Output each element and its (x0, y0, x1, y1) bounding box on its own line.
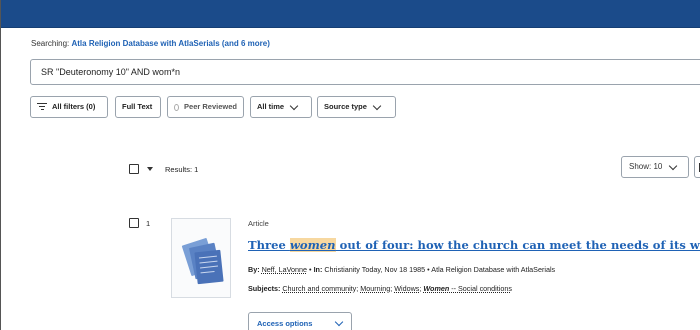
database-text: Atla Religion Database with AtlaSerials (431, 265, 556, 274)
searching-label: Searching: (31, 39, 70, 48)
radio-circle-icon (174, 103, 180, 111)
sort-button[interactable] (694, 156, 700, 178)
time-filter-label: All time (257, 102, 285, 111)
subject-link[interactable]: Women -- Social conditions (423, 284, 512, 293)
search-input[interactable]: SR "Deuteronomy 10" AND wom*n (30, 59, 700, 85)
all-filters-label: All filters (0) (52, 102, 96, 111)
page-size-label: Show: 10 (629, 162, 663, 171)
title-part: out of four: how the church can meet the… (335, 238, 700, 252)
record-type: Article (248, 219, 269, 228)
results-toolbar: Results: 1 (129, 162, 198, 176)
peer-reviewed-toggle[interactable]: Peer Reviewed (167, 96, 244, 118)
full-text-toggle[interactable]: Full Text (115, 96, 161, 118)
record-title-link[interactable]: Three women out of four: how the church … (248, 238, 700, 252)
subjects-label: Subjects: (248, 284, 281, 293)
record-meta: By: Neff, LaVonne • In: Christianity Tod… (248, 265, 555, 274)
separator-dot: • (427, 265, 430, 274)
searching-line: Searching: Atla Religion Database with A… (31, 39, 270, 48)
chevron-down-icon (372, 101, 382, 110)
select-all-checkbox[interactable] (129, 164, 139, 174)
all-filters-button[interactable]: All filters (0) (30, 96, 108, 118)
top-header-bar (1, 0, 700, 28)
record-subjects: Subjects: Church and community; Mourning… (248, 284, 512, 293)
chevron-down-icon (335, 317, 344, 326)
chevron-down-icon (669, 161, 678, 170)
document-icon (181, 238, 224, 285)
source-type-dropdown[interactable]: Source type (317, 96, 396, 118)
subject-rest: -- Social conditions (449, 284, 512, 293)
title-part: Three (248, 238, 290, 252)
app-frame: Searching: Atla Religion Database with A… (0, 0, 700, 330)
select-menu-caret-icon[interactable] (147, 167, 153, 171)
by-label: By: (248, 265, 260, 274)
access-options-dropdown[interactable]: Access options (248, 312, 352, 330)
peer-reviewed-label: Peer Reviewed (184, 102, 237, 111)
results-count: Results: 1 (165, 164, 199, 174)
time-filter-dropdown[interactable]: All time (250, 96, 312, 118)
record-select: 1 (129, 218, 150, 228)
source-type-label: Source type (324, 102, 367, 111)
access-options-label: Access options (257, 318, 313, 328)
title-highlight: women (289, 238, 336, 252)
filter-icon (37, 103, 47, 111)
page-size-select[interactable]: Show: 10 (621, 156, 689, 178)
subject-link[interactable]: Church and community (282, 284, 356, 293)
record-number: 1 (146, 218, 151, 228)
source-text: Christianity Today, Nov 18 1985 (324, 265, 426, 274)
subject-highlight: Women (423, 284, 450, 293)
subject-link[interactable]: Mourning (360, 284, 390, 293)
full-text-label: Full Text (122, 102, 153, 111)
author-link[interactable]: Neff, LaVonne (262, 265, 307, 274)
article-thumbnail[interactable] (171, 218, 231, 298)
database-selector-link[interactable]: Atla Religion Database with AtlaSerials … (71, 39, 269, 48)
separator-dot: • (309, 265, 312, 274)
in-label: In: (313, 265, 323, 274)
record-checkbox[interactable] (129, 218, 139, 228)
subject-link[interactable]: Widows (394, 284, 419, 293)
chevron-down-icon (289, 101, 299, 110)
